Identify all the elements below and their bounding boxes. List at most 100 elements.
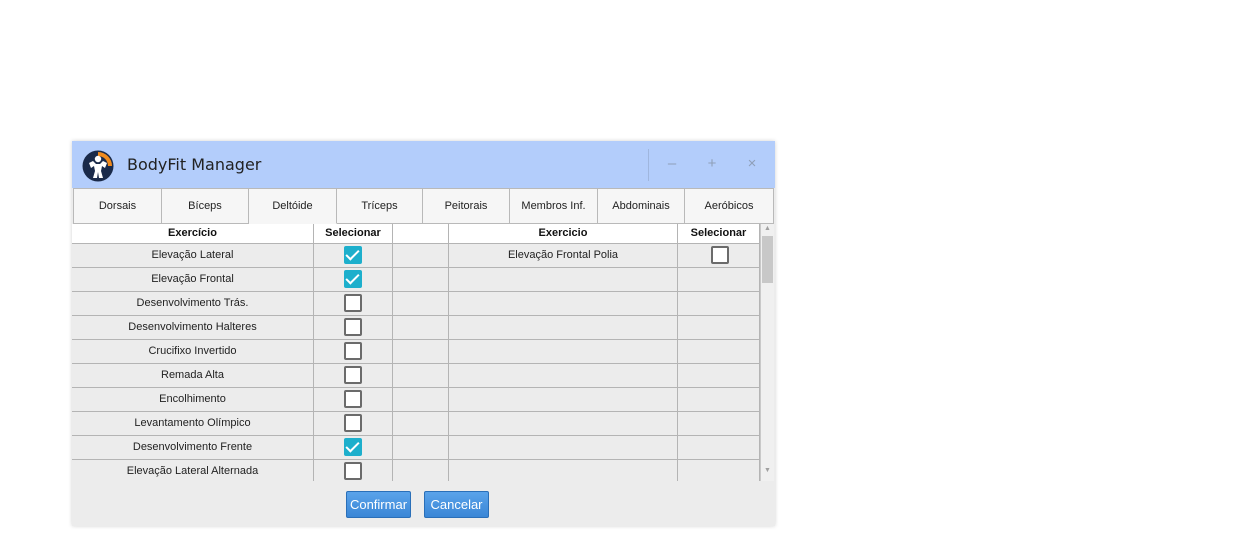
checkbox-checked[interactable] bbox=[344, 246, 362, 264]
select-cell-right bbox=[678, 340, 760, 363]
select-cell-right bbox=[678, 316, 760, 339]
confirm-button[interactable]: Confirmar bbox=[346, 491, 411, 518]
select-cell-right bbox=[678, 460, 760, 481]
select-cell-left bbox=[314, 412, 393, 435]
muscle-group-tabs: Dorsais Bíceps Deltóide Tríceps Peitorais Mem… bbox=[73, 188, 774, 224]
scroll-down-arrow-icon[interactable]: ▼ bbox=[763, 467, 772, 474]
select-cell-right bbox=[678, 292, 760, 315]
select-cell-left bbox=[314, 340, 393, 363]
exercise-name-left: Encolhimento bbox=[72, 388, 314, 411]
tab-2[interactable]: Deltóide bbox=[249, 188, 337, 224]
exercise-name-left: Desenvolvimento Halteres bbox=[72, 316, 314, 339]
table-row: Desenvolvimento Trás. bbox=[72, 292, 760, 316]
close-button[interactable]: × bbox=[741, 153, 763, 175]
exercise-name-right bbox=[449, 340, 678, 363]
select-cell-right bbox=[678, 388, 760, 411]
exercise-name-left: Desenvolvimento Frente bbox=[72, 436, 314, 459]
app-window: BodyFit Manager – + × Dorsais Bíceps Deltó… bbox=[72, 141, 775, 526]
spacer-cell bbox=[393, 412, 449, 435]
spacer-cell bbox=[393, 292, 449, 315]
header-select-right: Selecionar bbox=[678, 224, 760, 244]
checkbox[interactable] bbox=[344, 462, 362, 480]
select-cell-right bbox=[678, 244, 760, 267]
tab-1[interactable]: Bíceps bbox=[162, 188, 249, 224]
spacer-cell bbox=[393, 436, 449, 459]
table-row: Desenvolvimento Frente bbox=[72, 436, 760, 460]
select-cell-left bbox=[314, 364, 393, 387]
vertical-scrollbar[interactable]: ▲ ▼ bbox=[760, 224, 774, 481]
tab-3[interactable]: Tríceps bbox=[337, 188, 423, 224]
spacer-cell bbox=[393, 340, 449, 363]
bodybuilder-logo-icon bbox=[82, 150, 114, 182]
exercise-name-left: Elevação Frontal bbox=[72, 268, 314, 291]
exercise-name-left: Remada Alta bbox=[72, 364, 314, 387]
minimize-button[interactable]: – bbox=[661, 153, 683, 175]
checkbox-checked[interactable] bbox=[344, 270, 362, 288]
header-select-left: Selecionar bbox=[314, 224, 393, 244]
exercise-grid: Exercício Selecionar Exercicio Seleciona… bbox=[72, 224, 760, 481]
table-row: Elevação Lateral Alternada bbox=[72, 460, 760, 481]
scrollbar-thumb[interactable] bbox=[762, 236, 773, 283]
header-exercise-right: Exercicio bbox=[449, 224, 678, 244]
exercise-name-right bbox=[449, 436, 678, 459]
checkbox[interactable] bbox=[344, 294, 362, 312]
spacer-cell bbox=[393, 316, 449, 339]
spacer-cell bbox=[393, 460, 449, 481]
exercise-name-left: Elevação Lateral Alternada bbox=[72, 460, 314, 481]
scroll-up-arrow-icon[interactable]: ▲ bbox=[763, 225, 772, 232]
select-cell-left bbox=[314, 316, 393, 339]
titlebar-divider bbox=[648, 149, 649, 181]
app-title: BodyFit Manager bbox=[127, 155, 262, 174]
exercise-name-right bbox=[449, 388, 678, 411]
select-cell-left bbox=[314, 460, 393, 481]
checkbox[interactable] bbox=[344, 390, 362, 408]
table-row: Crucifixo Invertido bbox=[72, 340, 760, 364]
table-row: Elevação Frontal bbox=[72, 268, 760, 292]
table-row: Levantamento Olímpico bbox=[72, 412, 760, 436]
select-cell-left bbox=[314, 244, 393, 267]
checkbox[interactable] bbox=[344, 318, 362, 336]
select-cell-right bbox=[678, 412, 760, 435]
tab-5[interactable]: Membros Inf. bbox=[510, 188, 598, 224]
tab-7[interactable]: Aeróbicos bbox=[685, 188, 774, 224]
cancel-button[interactable]: Cancelar bbox=[424, 491, 489, 518]
exercise-name-left: Levantamento Olímpico bbox=[72, 412, 314, 435]
select-cell-right bbox=[678, 268, 760, 291]
select-cell-left bbox=[314, 268, 393, 291]
select-cell-right bbox=[678, 364, 760, 387]
checkbox[interactable] bbox=[344, 342, 362, 360]
table-row: Elevação Lateral Elevação Frontal Polia bbox=[72, 244, 760, 268]
header-spacer bbox=[393, 224, 449, 244]
table-row: Encolhimento bbox=[72, 388, 760, 412]
exercise-name-right bbox=[449, 460, 678, 481]
spacer-cell bbox=[393, 244, 449, 267]
tab-6[interactable]: Abdominais bbox=[598, 188, 685, 224]
exercise-name-left: Crucifixo Invertido bbox=[72, 340, 314, 363]
table-row: Remada Alta bbox=[72, 364, 760, 388]
checkbox[interactable] bbox=[711, 246, 729, 264]
maximize-button[interactable]: + bbox=[701, 153, 723, 175]
select-cell-left bbox=[314, 436, 393, 459]
checkbox-checked[interactable] bbox=[344, 438, 362, 456]
select-cell-right bbox=[678, 436, 760, 459]
exercise-name-right: Elevação Frontal Polia bbox=[449, 244, 678, 267]
exercise-name-right bbox=[449, 316, 678, 339]
tab-4[interactable]: Peitorais bbox=[423, 188, 510, 224]
header-exercise-left: Exercício bbox=[72, 224, 314, 244]
checkbox[interactable] bbox=[344, 414, 362, 432]
tab-0[interactable]: Dorsais bbox=[73, 188, 162, 224]
exercise-name-left: Desenvolvimento Trás. bbox=[72, 292, 314, 315]
spacer-cell bbox=[393, 268, 449, 291]
exercise-name-right bbox=[449, 268, 678, 291]
exercise-name-right bbox=[449, 292, 678, 315]
select-cell-left bbox=[314, 292, 393, 315]
title-bar[interactable]: BodyFit Manager – + × bbox=[72, 141, 775, 188]
table-row: Desenvolvimento Halteres bbox=[72, 316, 760, 340]
exercise-name-left: Elevação Lateral bbox=[72, 244, 314, 267]
select-cell-left bbox=[314, 388, 393, 411]
checkbox[interactable] bbox=[344, 366, 362, 384]
spacer-cell bbox=[393, 364, 449, 387]
exercise-name-right bbox=[449, 412, 678, 435]
exercise-name-right bbox=[449, 364, 678, 387]
spacer-cell bbox=[393, 388, 449, 411]
